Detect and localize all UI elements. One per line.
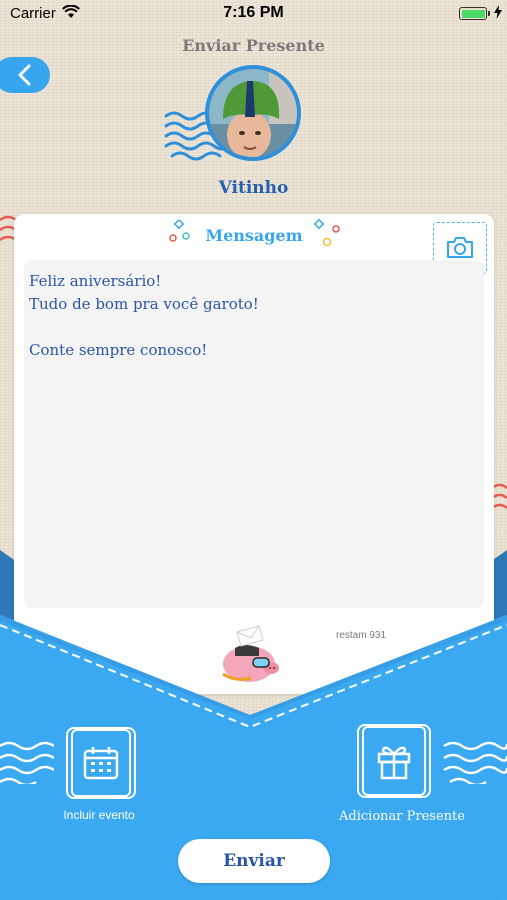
include-event-button[interactable] — [66, 727, 136, 799]
card-title: Mensagem — [205, 226, 303, 245]
chevron-left-icon — [18, 64, 31, 86]
recipient-photo — [209, 69, 297, 157]
recipient-name: Vitinho — [218, 178, 289, 198]
carrier-label: Carrier — [10, 5, 56, 22]
send-button[interactable]: Enviar — [178, 839, 330, 883]
battery-icon — [459, 7, 487, 20]
back-button[interactable] — [0, 57, 50, 93]
pig-mascot-icon — [222, 625, 279, 682]
confetti-icon — [313, 218, 340, 247]
message-textarea[interactable]: Feliz aniversário! Tudo de bom pra você … — [24, 260, 484, 608]
stamp-waves-icon — [443, 741, 507, 784]
stamp-waves-icon — [492, 483, 507, 510]
add-gift-label: Adicionar Presente — [339, 809, 465, 824]
camera-icon — [447, 237, 473, 258]
gift-icon — [377, 746, 411, 780]
calendar-icon — [83, 747, 119, 780]
stamp-waves-icon — [0, 741, 54, 784]
charging-icon — [494, 5, 502, 19]
add-gift-button[interactable] — [357, 724, 431, 798]
wifi-icon — [62, 5, 80, 18]
page-title: Enviar Presente — [182, 36, 325, 55]
status-bar: Carrier 7:16 PM — [0, 0, 507, 28]
include-event-label: Incluir evento — [63, 808, 135, 822]
avatar — [205, 65, 301, 161]
